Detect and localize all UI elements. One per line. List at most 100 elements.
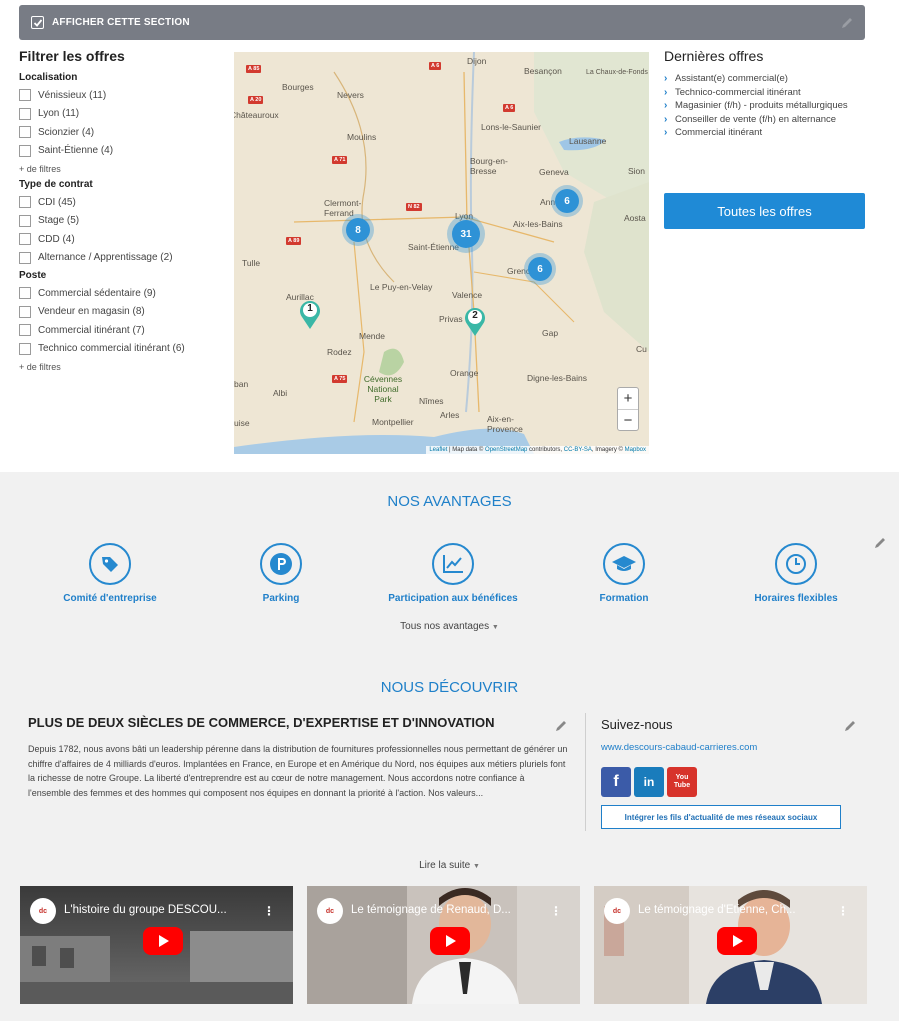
- map-zoom-control: + −: [617, 387, 639, 431]
- section-visibility-bar[interactable]: AFFICHER CETTE SECTION: [19, 5, 865, 40]
- map-city-label: Orange: [450, 368, 479, 378]
- filter-option[interactable]: Lyon (11): [19, 105, 224, 124]
- youtube-icon[interactable]: You Tube: [667, 767, 697, 797]
- pencil-icon[interactable]: [553, 718, 569, 734]
- road-shield: A 75: [332, 375, 348, 383]
- all-advantages-toggle[interactable]: Tous nos avantages ▼: [0, 621, 899, 632]
- pencil-icon[interactable]: [839, 15, 855, 31]
- attribution-link-leaflet[interactable]: Leaflet: [429, 447, 447, 453]
- checkbox[interactable]: [19, 126, 31, 139]
- map-city-label: Montpellier: [372, 417, 414, 427]
- filter-option-label: Saint-Étienne (4): [38, 145, 114, 157]
- video-player[interactable]: dc Le témoignage d'Etienne, Ch... ⋮: [594, 886, 867, 1004]
- map-city-label: Rodez: [327, 347, 352, 357]
- more-filters-link[interactable]: + de filtres: [19, 162, 224, 176]
- road-shield: A 6: [503, 104, 516, 112]
- filter-option[interactable]: CDI (45): [19, 193, 224, 212]
- filter-option[interactable]: Vénissieux (11): [19, 86, 224, 105]
- linkedin-icon[interactable]: in: [634, 767, 664, 797]
- advantage-item: Horaires flexibles: [716, 543, 876, 604]
- checkbox[interactable]: [19, 287, 31, 300]
- attribution-link-license[interactable]: CC-BY-SA: [564, 447, 592, 453]
- offer-link[interactable]: › Magasinier (f/h) - produits métallurgiq…: [664, 100, 866, 112]
- show-section-checkbox[interactable]: [31, 16, 44, 29]
- checkbox[interactable]: [19, 324, 31, 337]
- map-city-label: Nîmes: [419, 396, 444, 406]
- map-city-label: La Chaux-de-Fonds: [586, 69, 648, 76]
- offer-link[interactable]: › Technico-commercial itinérant: [664, 87, 866, 99]
- filter-option[interactable]: Technico commercial itinérant (6): [19, 340, 224, 359]
- caret-down-icon: ▼: [472, 863, 480, 870]
- attribution-link-osm[interactable]: OpenStreetMap: [485, 447, 527, 453]
- filter-option[interactable]: Saint-Étienne (4): [19, 142, 224, 161]
- more-filters-link[interactable]: + de filtres: [19, 360, 224, 374]
- filter-group-label: Localisation: [19, 72, 78, 83]
- play-icon: [159, 935, 169, 947]
- show-section-label: AFFICHER CETTE SECTION: [52, 17, 190, 28]
- map-cluster-marker[interactable]: 6: [528, 257, 552, 281]
- map-cluster-marker[interactable]: 6: [555, 189, 579, 213]
- check-icon: [33, 18, 42, 27]
- channel-logo: dc: [30, 898, 56, 924]
- jobs-map[interactable]: Dijon Besançon La Chaux-de-Fonds Bourges…: [234, 52, 649, 454]
- more-options-icon[interactable]: ⋮: [837, 904, 849, 918]
- filter-option[interactable]: Vendeur en magasin (8): [19, 303, 224, 322]
- checkbox[interactable]: [19, 233, 31, 246]
- play-button[interactable]: [143, 927, 183, 955]
- map-pin-marker[interactable]: 2: [464, 307, 486, 337]
- filter-option-label: Vénissieux (11): [38, 89, 107, 101]
- filter-option[interactable]: Scionzier (4): [19, 123, 224, 142]
- map-city-label: Châteauroux: [234, 110, 279, 120]
- video-title[interactable]: L'histoire du groupe DESCOU...: [64, 904, 263, 916]
- video-title[interactable]: Le témoignage de Renaud, D...: [351, 904, 550, 916]
- offer-link[interactable]: › Conseiller de vente (f/h) en alternance: [664, 114, 866, 126]
- map-cluster-marker[interactable]: 31: [452, 220, 480, 248]
- filter-option[interactable]: Alternance / Apprentissage (2): [19, 249, 224, 268]
- attribution-link-mapbox[interactable]: Mapbox: [625, 447, 646, 453]
- pencil-icon[interactable]: [842, 718, 858, 734]
- play-button[interactable]: [430, 927, 470, 955]
- checkbox[interactable]: [19, 107, 31, 120]
- map-cluster-marker[interactable]: 8: [346, 218, 370, 242]
- checkbox[interactable]: [19, 144, 31, 157]
- all-offers-button[interactable]: Toutes les offres: [664, 193, 865, 229]
- filter-option[interactable]: Commercial itinérant (7): [19, 321, 224, 340]
- map-pin-marker[interactable]: 1: [299, 300, 321, 330]
- facebook-icon[interactable]: f: [601, 767, 631, 797]
- map-city-label: Besançon: [524, 66, 562, 76]
- checkbox[interactable]: [19, 251, 31, 264]
- careers-site-link[interactable]: www.descours-cabaud-carrieres.com: [601, 742, 861, 753]
- video-player[interactable]: dc L'histoire du groupe DESCOU... ⋮: [20, 886, 293, 1004]
- filter-option[interactable]: CDD (4): [19, 230, 224, 249]
- checkbox[interactable]: [19, 305, 31, 318]
- filter-option[interactable]: Commercial sédentaire (9): [19, 284, 224, 303]
- attribution-text: , Imagery ©: [591, 447, 625, 453]
- map-city-label: Lausanne: [569, 136, 607, 146]
- zoom-out-button[interactable]: −: [618, 409, 638, 430]
- play-button[interactable]: [717, 927, 757, 955]
- offer-link[interactable]: › Commercial itinérant: [664, 127, 866, 139]
- integrate-feeds-button[interactable]: Intégrer les fils d'actualité de mes rés…: [601, 805, 841, 829]
- checkbox[interactable]: [19, 196, 31, 209]
- chevron-right-icon: ›: [664, 127, 668, 138]
- advantage-item: Comité d'entreprise: [30, 543, 190, 604]
- latest-offers: Dernières offres › Assistant(e) commercia…: [664, 48, 866, 141]
- checkbox[interactable]: [19, 214, 31, 227]
- zoom-in-button[interactable]: +: [618, 388, 638, 409]
- video-player[interactable]: dc Le témoignage de Renaud, D... ⋮: [307, 886, 580, 1004]
- map-city-label: Dijon: [467, 56, 487, 66]
- read-more-toggle[interactable]: Lire la suite ▼: [0, 860, 899, 871]
- video-title[interactable]: Le témoignage d'Etienne, Ch...: [638, 904, 837, 916]
- filter-option[interactable]: Stage (5): [19, 212, 224, 231]
- offer-title: Technico-commercial itinérant: [675, 86, 801, 98]
- advantage-label: Participation aux bénéfices: [388, 593, 518, 604]
- more-options-icon[interactable]: ⋮: [263, 904, 275, 918]
- checkbox[interactable]: [19, 89, 31, 102]
- attribution-text: contributors,: [527, 447, 564, 453]
- map-city-label: Privas: [439, 314, 463, 324]
- offer-link[interactable]: › Assistant(e) commercial(e): [664, 73, 866, 85]
- road-shield: N 82: [406, 203, 422, 211]
- more-options-icon[interactable]: ⋮: [550, 904, 562, 918]
- checkbox[interactable]: [19, 342, 31, 355]
- graduation-cap-icon: [603, 543, 645, 585]
